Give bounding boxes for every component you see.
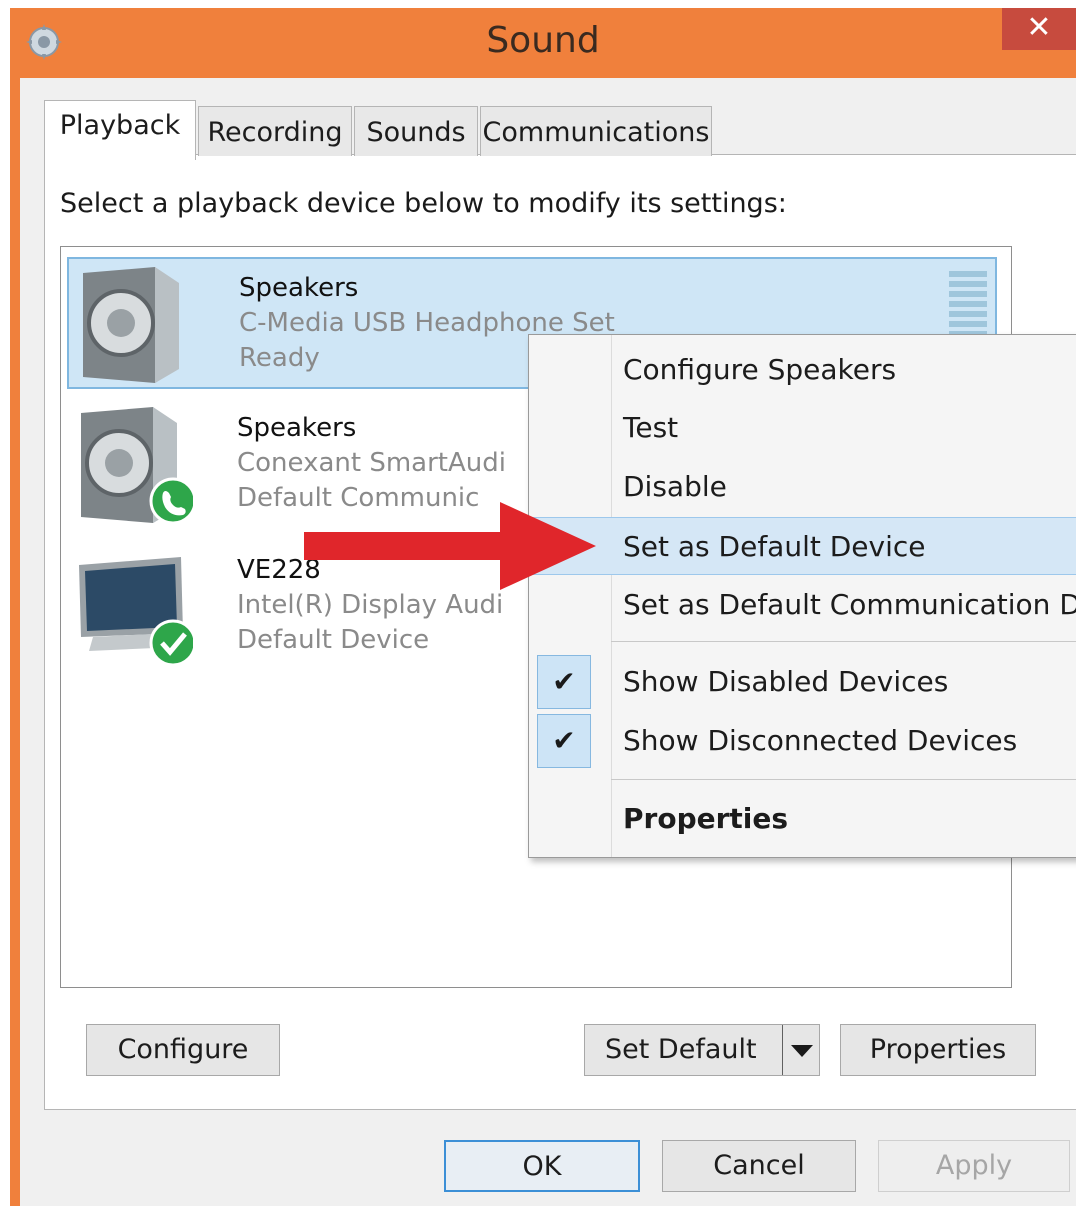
tab-playback[interactable]: Playback [44,100,196,160]
menu-item-disable[interactable]: Disable [529,458,1076,516]
device-description: Conexant SmartAudi [237,448,506,478]
window-title: Sound [486,20,600,61]
apply-button[interactable]: Apply [878,1140,1070,1192]
checkmark-icon: ✔ [537,714,591,768]
checkmark-badge-icon [149,619,193,667]
menu-separator [611,641,1076,642]
menu-item-configure-speakers[interactable]: Configure Speakers [529,341,1076,399]
set-default-label: Set Default [605,1034,757,1065]
speaker-icon [83,267,179,383]
properties-button[interactable]: Properties [840,1024,1036,1076]
title-bar[interactable]: Sound ✕ [10,8,1076,78]
monitor-icon [79,557,193,667]
context-menu: Configure Speakers Test Disable Set as D… [528,334,1076,858]
menu-item-test[interactable]: Test [529,399,1076,457]
ok-button[interactable]: OK [444,1140,640,1192]
menu-item-set-default-communication[interactable]: Set as Default Communication D [529,576,1076,634]
instruction-text: Select a playback device below to modify… [60,188,787,219]
red-arrow-annotation [304,502,596,590]
tab-communications[interactable]: Communications [480,106,712,156]
device-name: Speakers [239,273,359,303]
tab-sounds[interactable]: Sounds [354,106,478,156]
cancel-button[interactable]: Cancel [662,1140,856,1192]
set-default-split-button[interactable]: Set Default [584,1024,820,1076]
menu-item-show-disabled-devices[interactable]: ✔ Show Disabled Devices [529,653,1076,711]
menu-item-show-disconnected-devices[interactable]: ✔ Show Disconnected Devices [529,712,1076,770]
tab-recording[interactable]: Recording [198,106,352,156]
menu-item-properties[interactable]: Properties [529,790,1076,848]
speaker-icon [81,407,193,525]
device-name: Speakers [237,413,357,443]
close-button[interactable]: ✕ [1002,8,1076,50]
dropdown-arrow-icon[interactable] [782,1025,819,1075]
phone-badge-icon [149,477,193,525]
device-status: Default Device [237,625,430,655]
menu-separator [611,779,1076,780]
menu-item-set-default-device[interactable]: Set as Default Device [529,517,1076,575]
configure-button[interactable]: Configure [86,1024,280,1076]
checkmark-icon: ✔ [537,655,591,709]
volume-level-meter [949,271,987,335]
